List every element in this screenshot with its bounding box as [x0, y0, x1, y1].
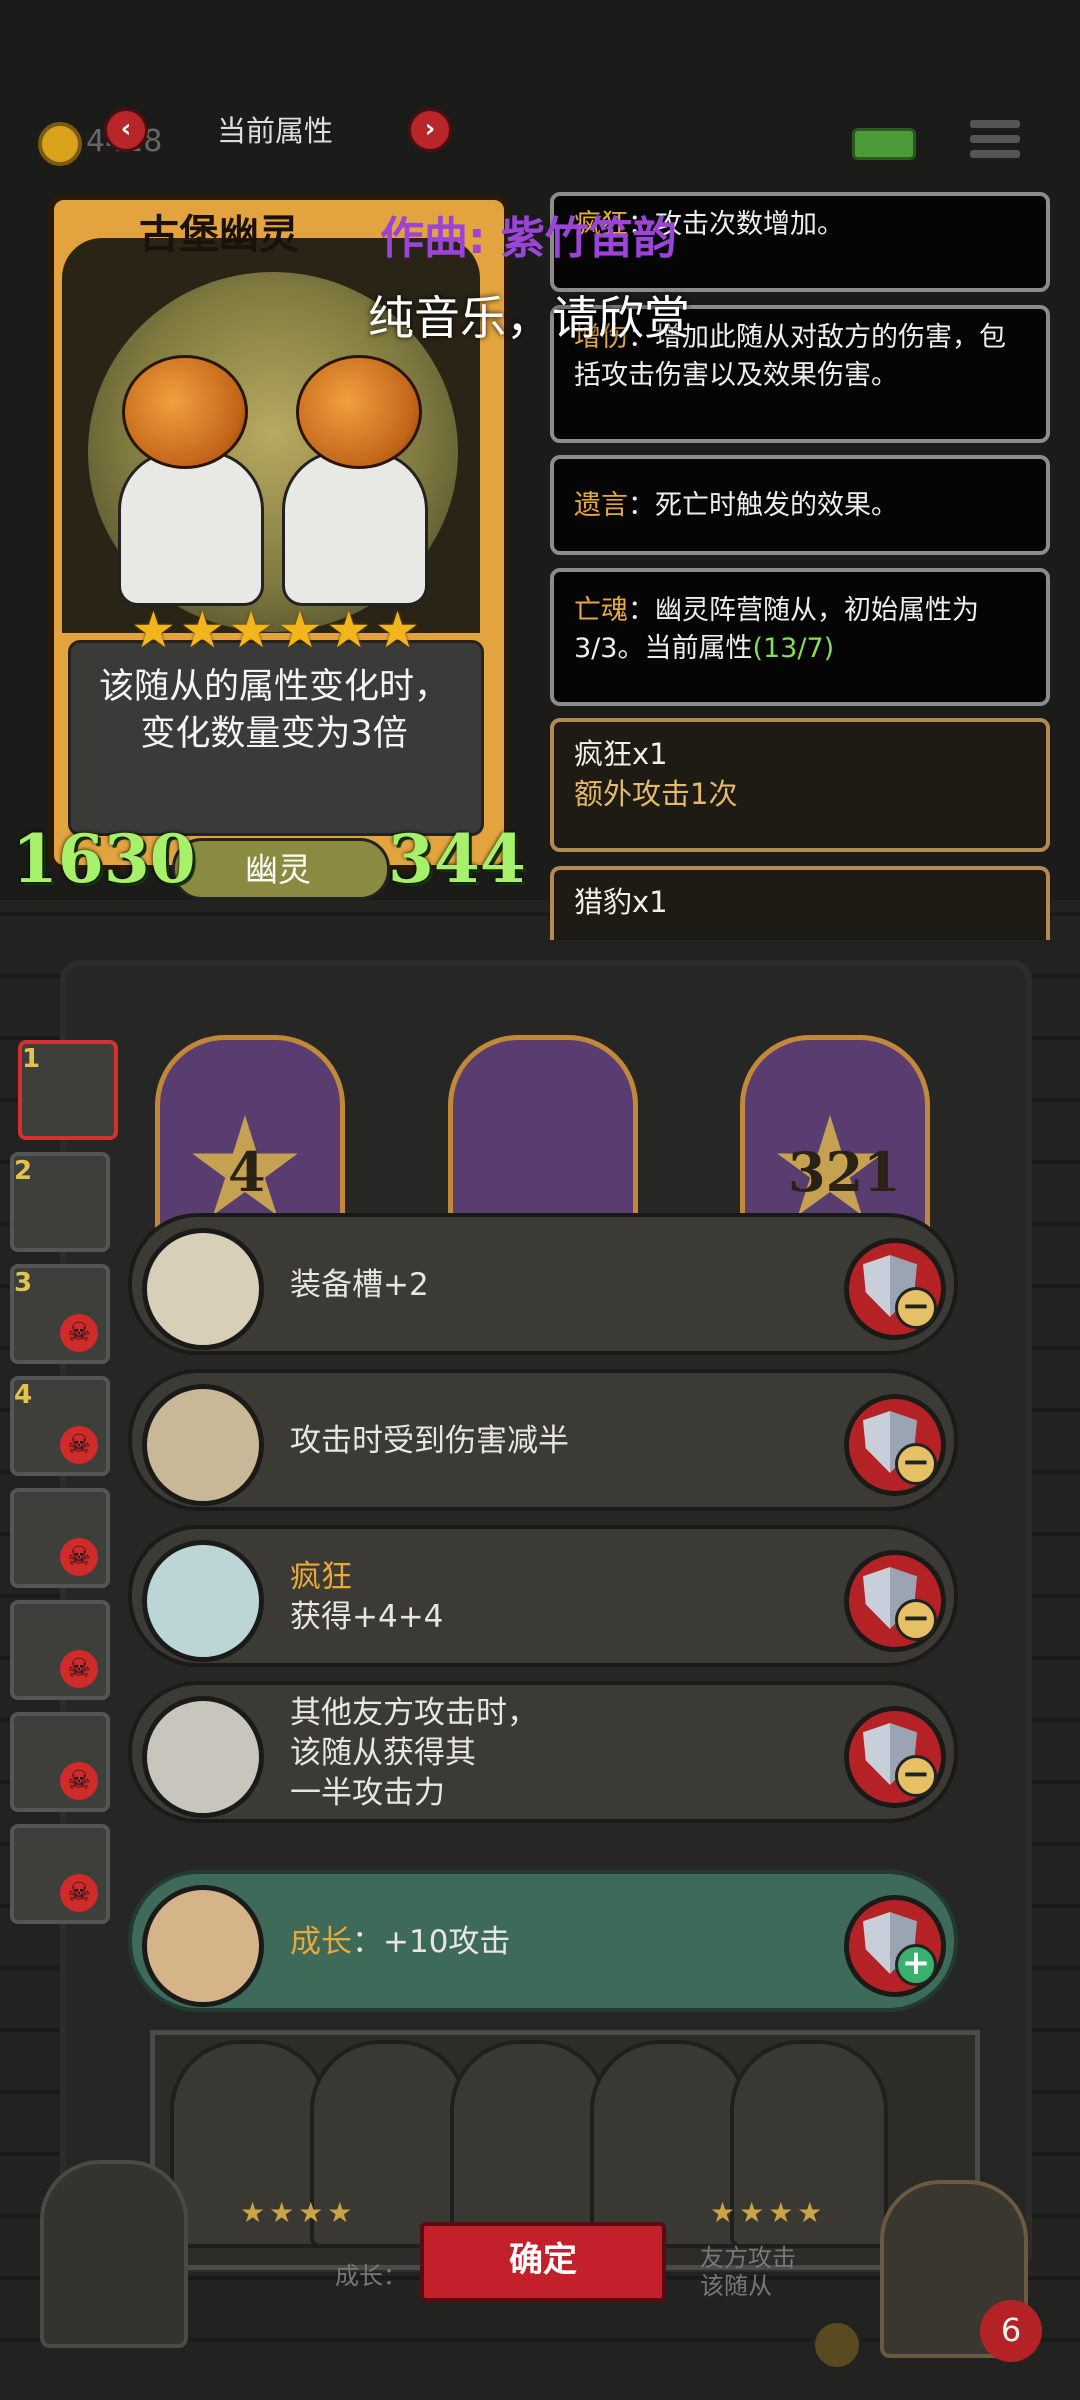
- heart-icon: 6: [980, 2300, 1042, 2362]
- equipment-card[interactable]: [450, 2040, 608, 2248]
- equipment-text: 其他友方攻击时， 该随从获得其 一半攻击力: [290, 1695, 538, 1811]
- minion-slot[interactable]: 2: [10, 1152, 110, 1252]
- card-stars: ★★★★: [710, 2196, 827, 2229]
- minion-slot[interactable]: ☠: [10, 1712, 110, 1812]
- keyword: 遗言: [574, 490, 628, 521]
- coin-icon: [38, 122, 82, 166]
- current-stats: (13/7): [752, 633, 835, 664]
- composer-caption: 作曲: 紫竹笛韵: [380, 213, 677, 264]
- add-equipment-button[interactable]: +: [844, 1895, 946, 1997]
- axe-icon: [142, 1885, 264, 2007]
- slot-number: 1: [22, 1044, 41, 1074]
- minion-type: 幽灵: [245, 850, 311, 889]
- remove-equipment-button[interactable]: −: [844, 1550, 946, 1652]
- equipment-row: 疯狂 获得+4+4 −: [128, 1525, 958, 1667]
- card-name: 古堡幽灵: [139, 212, 299, 258]
- slot-number: 2: [14, 1156, 33, 1186]
- skull-icon: ☠: [60, 1538, 98, 1576]
- lightning-crystal-icon: [142, 1540, 264, 1662]
- ability-text: 该随从的属性变化时，变化数量变为3倍: [98, 667, 449, 754]
- buff-panel-cheetah: 猎豹x1: [550, 866, 1050, 940]
- remove-equipment-button[interactable]: −: [844, 1238, 946, 1340]
- minion-slot[interactable]: ☠: [10, 1488, 110, 1588]
- skull-icon: ☠: [60, 1314, 98, 1352]
- slot-number: 4: [14, 1380, 33, 1410]
- chevron-right-icon[interactable]: ›: [408, 108, 452, 152]
- page-title: 当前属性: [216, 114, 333, 148]
- remove-equipment-button[interactable]: −: [844, 1706, 946, 1808]
- minus-icon: −: [895, 1755, 937, 1797]
- skull-icon: ☠: [60, 1874, 98, 1912]
- plus-icon: +: [895, 1944, 937, 1986]
- minion-slot[interactable]: 1: [18, 1040, 118, 1140]
- music-subtitle: 纯音乐，请欣赏: [368, 291, 690, 345]
- chevron-left-icon[interactable]: ‹: [104, 108, 148, 152]
- ally-label: 友方攻击 该随从: [700, 2244, 796, 2300]
- minus-icon: −: [895, 1287, 937, 1329]
- buff-desc: 额外攻击1次: [574, 777, 738, 811]
- info-text: ：死亡时触发的效果。: [628, 490, 898, 521]
- equipment-row: 装备槽+2 −: [128, 1213, 958, 1355]
- equipment-keyword: 疯狂: [290, 1559, 352, 1595]
- minion-slot[interactable]: 3 ☠: [10, 1264, 110, 1364]
- keyword: 亡魂: [574, 595, 628, 626]
- buff-panel-frenzy: 疯狂x1 额外攻击1次: [550, 718, 1050, 852]
- minion-slot[interactable]: 4 ☠: [10, 1376, 110, 1476]
- battery-icon: [852, 128, 916, 160]
- info-panel-deathrattle: 遗言：死亡时触发的效果。: [550, 455, 1050, 555]
- hero-portrait[interactable]: [40, 2160, 188, 2348]
- skull-icon: ☠: [60, 1762, 98, 1800]
- pig-icon: [142, 1228, 264, 1350]
- card-value: 4: [228, 1140, 266, 1204]
- equipment-text: 攻击时受到伤害减半: [290, 1423, 569, 1459]
- ghost-body-right: [282, 450, 428, 606]
- minus-icon: −: [895, 1443, 937, 1485]
- pumpkin-head-right: [296, 355, 422, 469]
- skull-icon: ☠: [60, 1426, 98, 1464]
- minion-slot[interactable]: ☠: [10, 1600, 110, 1700]
- card-stars: ★★★★: [240, 2196, 357, 2229]
- equipment-row: 其他友方攻击时， 该随从获得其 一半攻击力 −: [128, 1681, 958, 1823]
- crossbow-icon: [142, 1384, 264, 1506]
- trident-icon: [142, 1696, 264, 1818]
- card-value: 321: [788, 1140, 901, 1204]
- equipment-keyword: 成长: [290, 1924, 352, 1960]
- equipment-text: 获得+4+4: [290, 1599, 444, 1635]
- info-panel-soul: 亡魂：幽灵阵营随从，初始属性为3/3。当前属性(13/7): [550, 568, 1050, 706]
- equipment-row-growth: 成长：+10攻击 +: [128, 1870, 958, 2012]
- equipment-text: ：+10攻击: [352, 1924, 511, 1960]
- growth-label: 成长：: [335, 2262, 407, 2290]
- slot-number: 3: [14, 1268, 33, 1298]
- equipment-row: 攻击时受到伤害减半 −: [128, 1369, 958, 1511]
- health-stat: 344: [388, 820, 526, 898]
- bell-icon[interactable]: [812, 2320, 862, 2370]
- ghost-body-left: [118, 450, 264, 606]
- attack-stat: 1630: [12, 820, 196, 898]
- skull-icon: ☠: [60, 1650, 98, 1688]
- buff-title: 猎豹x1: [574, 885, 668, 919]
- menu-icon[interactable]: [970, 120, 1020, 164]
- equipment-text: 装备槽+2: [290, 1267, 429, 1303]
- remove-equipment-button[interactable]: −: [844, 1394, 946, 1496]
- confirm-button[interactable]: 确定: [420, 2222, 666, 2302]
- minus-icon: −: [895, 1599, 937, 1641]
- star-rating: ★★★★★★: [131, 601, 424, 659]
- pumpkin-head-left: [122, 355, 248, 469]
- minion-slot[interactable]: ☠: [10, 1824, 110, 1924]
- buff-title: 疯狂x1: [574, 737, 668, 771]
